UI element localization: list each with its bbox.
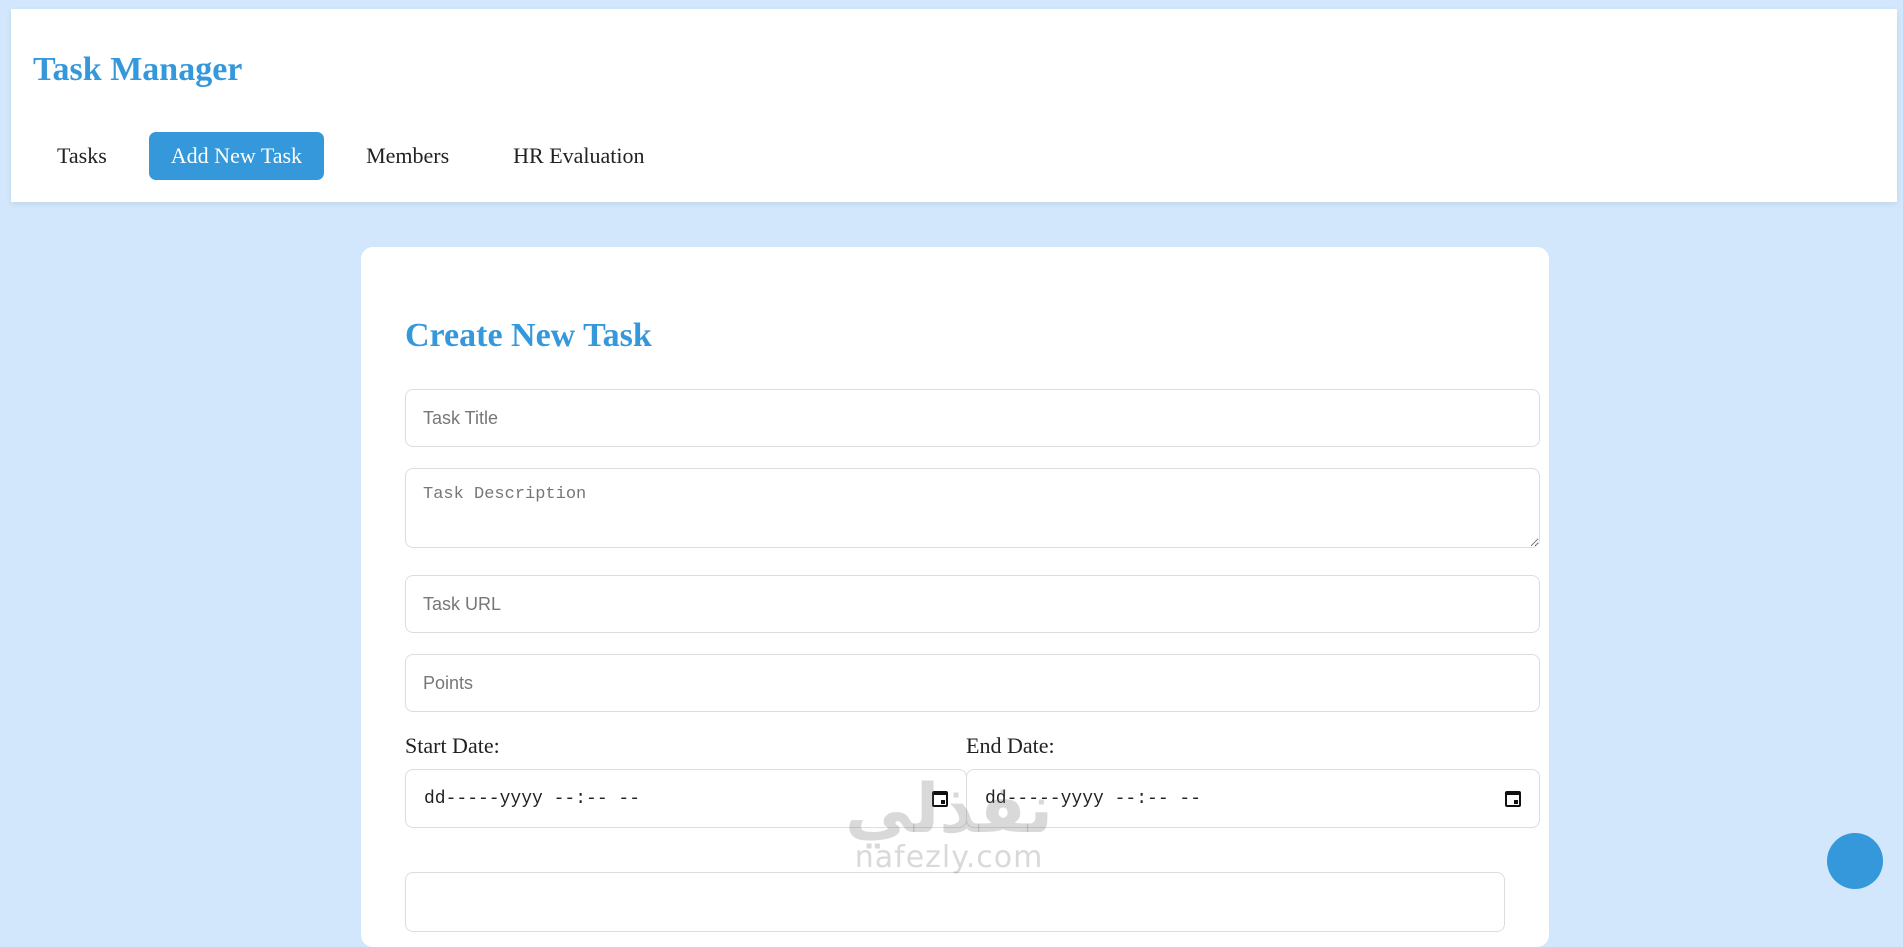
calendar-icon[interactable]	[932, 790, 948, 807]
app-title: Task Manager	[33, 51, 243, 88]
task-title-input[interactable]	[405, 389, 1540, 447]
calendar-icon[interactable]	[1505, 790, 1521, 807]
nav-members[interactable]: Members	[344, 132, 471, 180]
end-date-input[interactable]: dd-----yyyy --:-- --	[966, 769, 1540, 828]
nav-hr-evaluation[interactable]: HR Evaluation	[491, 132, 666, 180]
nav-tasks[interactable]: Tasks	[35, 132, 129, 180]
form-title: Create New Task	[405, 317, 652, 354]
main-nav: Tasks Add New Task Members HR Evaluation	[35, 132, 667, 180]
floating-action-button[interactable]	[1827, 833, 1883, 889]
task-url-input[interactable]	[405, 575, 1540, 633]
points-input[interactable]	[405, 654, 1540, 712]
next-field[interactable]	[405, 872, 1505, 932]
start-date-value: dd-----yyyy --:-- --	[424, 788, 641, 809]
end-date-value: dd-----yyyy --:-- --	[985, 788, 1202, 809]
task-description-input[interactable]	[405, 468, 1540, 548]
start-date-label: Start Date:	[405, 733, 500, 758]
app-header: Task Manager Tasks Add New Task Members …	[11, 9, 1897, 202]
start-date-input[interactable]: dd-----yyyy --:-- --	[405, 769, 967, 828]
end-date-label: End Date:	[966, 733, 1055, 758]
create-task-card: Create New Task Start Date: End Date: dd…	[361, 247, 1549, 947]
nav-add-new-task[interactable]: Add New Task	[148, 132, 325, 180]
